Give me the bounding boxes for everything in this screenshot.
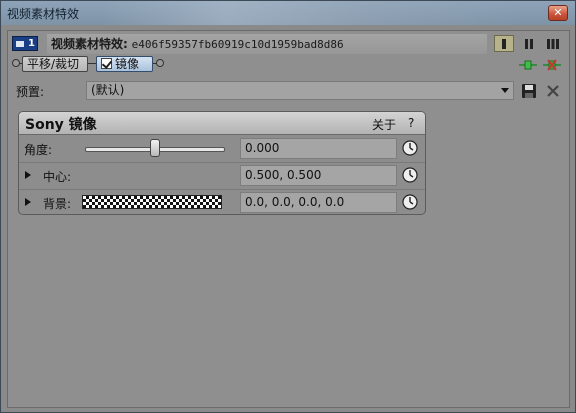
param-row-background: 背景: 0.0, 0.0, 0.0, 0.0 — [19, 190, 425, 214]
triple-view-button[interactable] — [543, 35, 563, 52]
param-label: 角度: — [24, 143, 53, 157]
add-plugin-icon[interactable] — [519, 58, 537, 72]
double-column-icon — [525, 39, 533, 49]
effect-title: Sony 镜像 — [25, 117, 97, 133]
background-color-swatch[interactable] — [82, 195, 222, 209]
clip-id: e406f59357fb60919c10d1959bad8d86 — [131, 38, 344, 51]
preset-dropdown[interactable]: (默认) — [86, 81, 514, 100]
help-button[interactable]: ? — [408, 116, 414, 130]
delete-preset-icon[interactable] — [545, 83, 561, 99]
effect-panel: Sony 镜像 关于 ? 角度: 0.000 中心: 0.500, 0.500 — [18, 111, 426, 215]
angle-value-field[interactable]: 0.000 — [240, 138, 397, 159]
video-event-fx-window: 视频素材特效 ✕ 1 视频素材特效: e406f59357fb60919c10d… — [0, 0, 576, 413]
param-row-center: 中心: 0.500, 0.500 — [19, 163, 425, 190]
about-button[interactable]: 关于 — [372, 116, 396, 133]
clip-label: 视频素材特效: — [51, 37, 128, 51]
angle-slider-thumb[interactable] — [150, 139, 160, 157]
effect-panel-header: Sony 镜像 关于 ? — [19, 112, 425, 135]
save-preset-icon[interactable] — [521, 83, 537, 99]
dropdown-arrow-icon — [501, 88, 509, 93]
keyframe-clock-icon[interactable] — [402, 140, 418, 156]
param-label: 中心: — [43, 170, 72, 184]
preset-label: 预置: — [16, 85, 45, 99]
remove-plugin-icon[interactable] — [543, 58, 561, 72]
triple-column-icon — [547, 39, 559, 49]
chain-number: 1 — [28, 38, 35, 49]
single-column-icon — [502, 39, 506, 49]
center-value-field[interactable]: 0.500, 0.500 — [240, 165, 397, 186]
background-value-field[interactable]: 0.0, 0.0, 0.0, 0.0 — [240, 192, 397, 213]
expand-triangle-icon[interactable] — [25, 171, 31, 179]
single-view-button[interactable] — [494, 35, 514, 52]
expand-triangle-icon[interactable] — [25, 198, 31, 206]
chain-start-dot — [12, 59, 20, 67]
keyframe-clock-icon[interactable] — [402, 194, 418, 210]
title-bar[interactable]: 视频素材特效 ✕ — [1, 1, 575, 25]
chain-number-badge[interactable]: 1 — [12, 36, 38, 51]
enable-checkbox[interactable] — [101, 58, 112, 69]
chain-item-mirror[interactable]: 镜像 — [96, 56, 153, 72]
window-title: 视频素材特效 — [7, 7, 80, 21]
param-label: 背景: — [43, 197, 72, 211]
keyframe-clock-icon[interactable] — [402, 167, 418, 183]
chain-icon — [16, 41, 24, 47]
chain-item-pan-crop[interactable]: 平移/裁切 — [22, 56, 88, 72]
title-bar-background — [101, 1, 521, 25]
chain-end-dot — [156, 59, 164, 67]
chain-item-label: 平移/裁切 — [27, 57, 80, 71]
close-icon: ✕ — [553, 6, 563, 19]
close-button[interactable]: ✕ — [548, 5, 568, 21]
dual-view-button[interactable] — [519, 35, 539, 52]
clip-title: 视频素材特效: e406f59357fb60919c10d1959bad8d86 — [47, 34, 487, 54]
preset-value: (默认) — [91, 83, 125, 97]
chain-item-label: 镜像 — [115, 57, 140, 71]
param-row-angle: 角度: 0.000 — [19, 136, 425, 163]
